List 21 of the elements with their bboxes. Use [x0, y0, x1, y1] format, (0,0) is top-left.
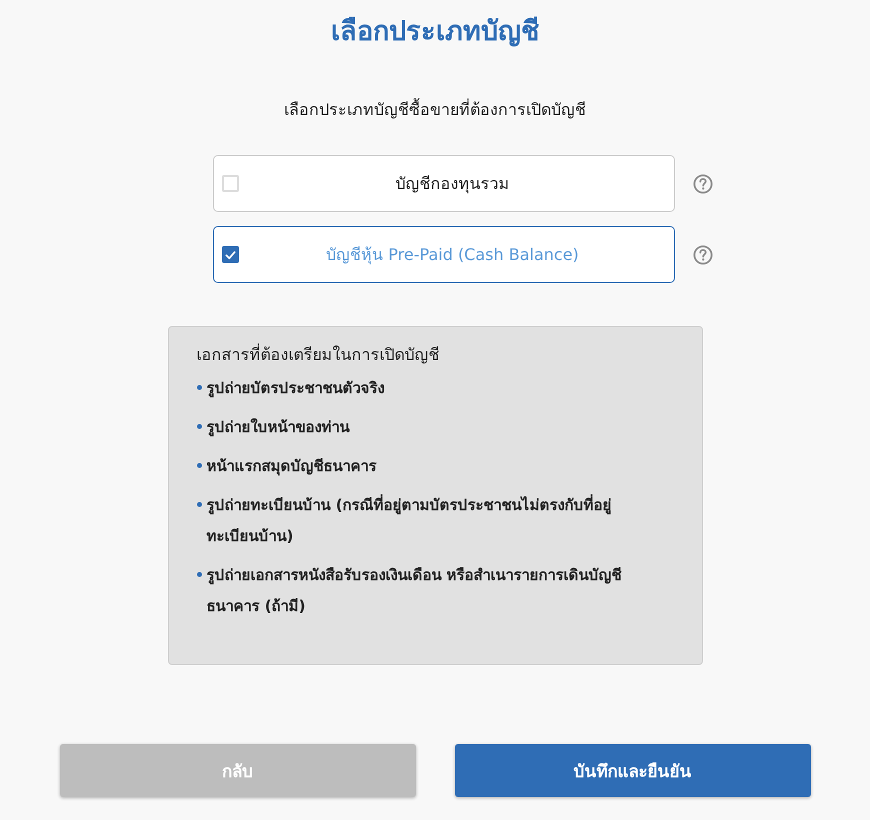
document-item: หน้าแรกสมุดบัญชีธนาคาร	[206, 456, 376, 478]
account-option[interactable]: บัญชีกองทุนรวม	[213, 155, 675, 212]
page-title: เลือกประเภทบัญชี	[331, 15, 539, 49]
document-item: รูปถ่ายใบหน้าของท่าน	[206, 417, 350, 438]
option-label: บัญชีหุ้น Pre-Paid (Cash Balance)	[325, 244, 580, 266]
document-item: รูปถ่ายทะเบียนบ้าน (กรณีที่อยู่ตามบัตรประชาชนไม่ตรงกับที่อยู่ทะเบียนบ้าน)	[206, 493, 613, 547]
bullet-icon	[196, 502, 202, 507]
help-icon[interactable]	[693, 244, 713, 264]
checkbox[interactable]	[222, 246, 239, 263]
subtitle: เลือกประเภทบัญชีซื้อขายที่ต้องการเปิดบัญชี	[284, 98, 586, 121]
action-button[interactable]: บันทึกและยืนยัน	[454, 744, 810, 797]
option-label: บัญชีกองทุนรวม	[394, 173, 510, 196]
bullet-icon	[196, 463, 202, 468]
bullet-icon	[196, 572, 202, 577]
documents-heading: เอกสารที่ต้องเตรียมในการเปิดบัญชี	[196, 343, 440, 366]
document-item: รูปถ่ายเอกสารหนังสือรับรองเงินเดือน หรือสำเนารายการเดินบัญชีธนาคาร (ถ้ามี)	[206, 565, 623, 617]
document-item: รูปถ่ายบัตรประชาชนตัวจริง	[206, 378, 384, 400]
account-option[interactable]: บัญชีหุ้น Pre-Paid (Cash Balance)	[213, 226, 675, 283]
bullet-icon	[196, 385, 202, 390]
help-icon[interactable]	[693, 174, 713, 194]
bullet-icon	[196, 424, 202, 429]
